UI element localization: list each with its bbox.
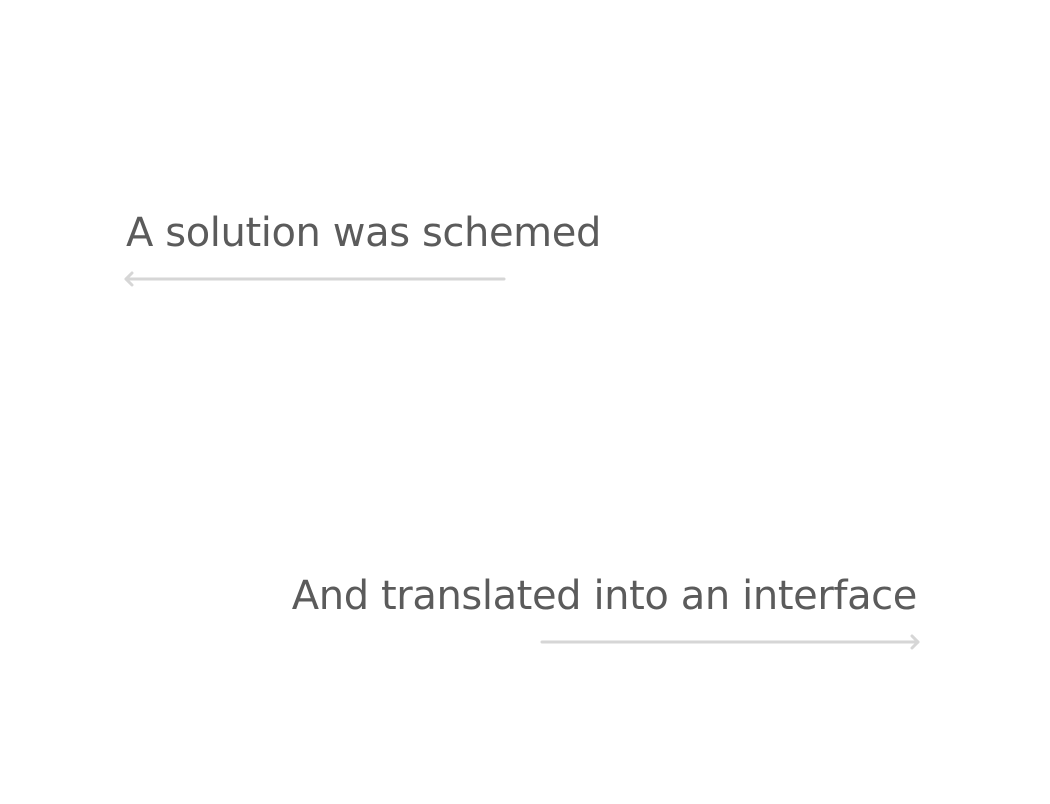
right-arrow-icon (540, 634, 920, 650)
caption-solution-schemed: A solution was schemed (126, 210, 601, 256)
left-arrow-icon (124, 271, 506, 287)
caption-translated-interface: And translated into an interface (291, 573, 918, 619)
